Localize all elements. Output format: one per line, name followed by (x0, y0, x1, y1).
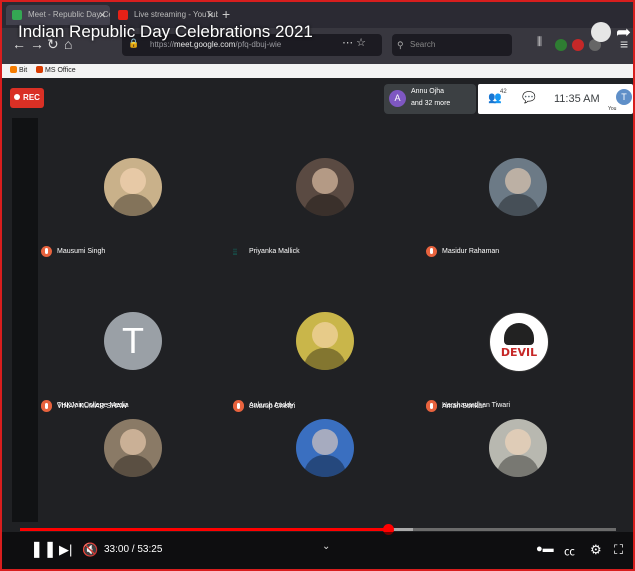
participant-name: Priyanka Mallick (249, 248, 300, 255)
bookmarks-bar: Bit MS Office (2, 64, 633, 78)
avatar (296, 158, 354, 216)
participant-name: Aman Sonkar (442, 403, 485, 410)
avatar[interactable]: T (616, 89, 632, 105)
avatar (296, 419, 354, 477)
youtube-favicon-icon (118, 10, 128, 20)
meet-favicon-icon (12, 10, 22, 20)
bookmark-icon (36, 66, 43, 73)
presenter-panel[interactable]: A Annu Ojha and 32 more (384, 84, 476, 114)
played-bar (20, 528, 389, 531)
avatar: DEVIL (489, 312, 549, 372)
mic-muted-icon (426, 401, 437, 412)
avatar (104, 419, 162, 477)
library-icon[interactable]: ⫼ (537, 36, 542, 49)
pause-icon[interactable]: ❚❚ (30, 539, 57, 559)
mic-muted-icon (233, 401, 244, 412)
progress-bar[interactable] (20, 524, 616, 535)
share-icon[interactable]: ➦ (616, 22, 631, 43)
participant-name: Masidur Rahaman (442, 248, 500, 255)
chat-icon[interactable]: 💬 (522, 91, 536, 104)
presenter-more: and 32 more (411, 100, 451, 107)
self-label: You (608, 106, 617, 112)
player-controls: ❚❚ ▶| 🔇 33:00 / 53:25 ⌄ ●▬ ㏄ ⚙ ⛶ (2, 532, 633, 569)
mic-muted-icon (426, 246, 437, 257)
avatar: T (104, 312, 162, 370)
page-actions-icon[interactable]: ⋯ ☆ (342, 36, 366, 49)
exit-fullscreen-icon[interactable]: ⛶ (614, 542, 623, 558)
bookmark-ms-office[interactable]: MS Office (36, 66, 76, 74)
avatar (489, 158, 547, 216)
new-tab-button[interactable]: + (222, 6, 230, 22)
video-title[interactable]: Indian Republic Day Celebrations 2021 (18, 22, 313, 42)
avatar: A (389, 90, 406, 107)
chevron-down-icon[interactable]: ⌄ (322, 541, 330, 552)
bookmark-icon (10, 66, 17, 73)
meet-toolbar: 👥 42 💬 11:35 AM T You (478, 84, 633, 114)
mic-muted-icon (41, 246, 52, 257)
clock: 11:35 AM (554, 93, 600, 105)
participant-name: VINAY KUMAR SHAW (57, 403, 128, 410)
speaking-indicator-icon: ⦙⦙ (233, 247, 238, 257)
presenter-name: Annu Ojha (411, 88, 445, 95)
record-dot-icon (14, 94, 21, 100)
extension-icon[interactable] (555, 39, 567, 51)
mic-muted-icon (41, 401, 52, 412)
autoplay-toggle[interactable]: ●▬ (536, 543, 554, 555)
extension-icon[interactable] (572, 39, 584, 51)
search-placeholder: Search (410, 40, 436, 49)
time-display: 33:00 / 53:25 (104, 544, 163, 555)
mute-icon[interactable]: 🔇 (82, 542, 98, 558)
screen-frame: Meet - Republic Day Celeb ✕ Live streami… (0, 0, 635, 571)
recording-badge: REC (10, 88, 44, 108)
avatar (296, 312, 354, 370)
search-box[interactable]: ⚲ Search (392, 34, 512, 56)
participant-grid: Mausumi Singh ⦙⦙ Priyanka Mallick Masidur R… (2, 118, 633, 522)
bookmark-bit[interactable]: Bit (10, 66, 27, 74)
avatar (489, 419, 547, 477)
captions-icon[interactable]: ㏄ (564, 543, 575, 559)
tab-label: Live streaming - YouTube St (134, 10, 218, 19)
search-icon: ⚲ (397, 40, 404, 50)
participant-name: Mausumi Singh (57, 248, 106, 255)
participant-name: Swarup Chettri (249, 403, 296, 410)
next-icon[interactable]: ▶| (59, 542, 72, 558)
avatar (104, 158, 162, 216)
meet-header: REC A Annu Ojha and 32 more 👥 42 💬 11:35… (2, 78, 633, 118)
people-count: 42 (500, 89, 507, 95)
settings-gear-icon[interactable]: ⚙ (590, 542, 602, 558)
watch-later-icon[interactable] (591, 22, 611, 42)
